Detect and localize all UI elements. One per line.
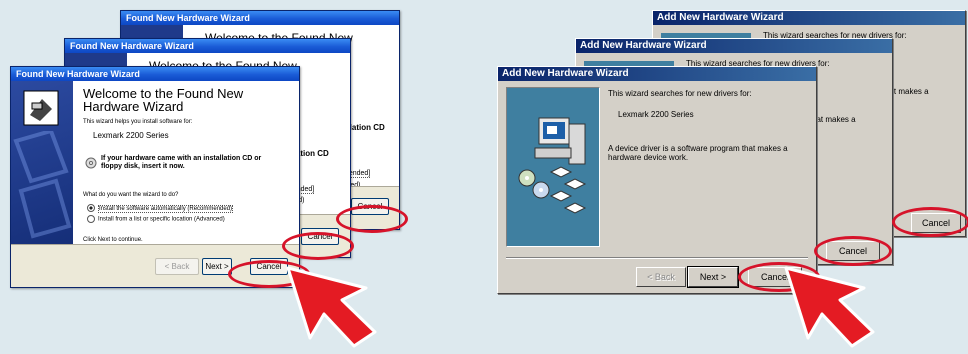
driver-description: A device driver is a software program th… bbox=[608, 144, 788, 162]
cancel-highlight-middle bbox=[282, 232, 354, 260]
wizard-sidebar bbox=[11, 81, 73, 245]
title-bar: Add New Hardware Wizard bbox=[653, 11, 965, 25]
title-bar: Found New Hardware Wizard bbox=[65, 39, 350, 53]
cancel-highlight-back bbox=[336, 205, 408, 233]
radio-empty-icon[interactable] bbox=[87, 215, 95, 223]
welcome-heading: Welcome to the Found New Hardware Wizard bbox=[83, 86, 244, 114]
title-bar: Add New Hardware Wizard bbox=[498, 67, 816, 81]
makes-a-fragment: hat makes a bbox=[812, 115, 856, 124]
intro-text: This wizard helps you install software f… bbox=[83, 119, 193, 125]
search-text: This wizard searches for new drivers for… bbox=[608, 89, 752, 98]
footer-divider bbox=[506, 257, 808, 259]
option-list[interactable]: Install from a list or specific location… bbox=[87, 215, 225, 223]
wizard-content: Welcome to the Found New Hardware Wizard… bbox=[73, 81, 299, 245]
next-button[interactable]: Next > bbox=[687, 266, 739, 288]
continue-text: Click Next to continue. bbox=[83, 237, 143, 243]
question-text: What do you want the wizard to do? bbox=[83, 192, 179, 198]
title-bar: Add New Hardware Wizard bbox=[576, 39, 892, 53]
cd-hint: If your hardware came with an installati… bbox=[101, 155, 262, 170]
arrow-pointer-icon bbox=[784, 266, 875, 348]
hardware-wizard-icon bbox=[23, 90, 59, 126]
device-name: Lexmark 2200 Series bbox=[618, 110, 694, 119]
title-bar: Found New Hardware Wizard bbox=[11, 67, 299, 81]
title-bar: Found New Hardware Wizard bbox=[121, 11, 399, 25]
cancel-highlight-back bbox=[892, 207, 968, 237]
arrow-pointer-icon bbox=[286, 266, 377, 348]
computer-cd-icon bbox=[518, 117, 587, 214]
device-name: Lexmark 2200 Series bbox=[93, 131, 169, 140]
wizard-image-panel bbox=[506, 87, 600, 247]
back-button[interactable]: < Back bbox=[636, 267, 686, 287]
sidebar-decoration-icon bbox=[13, 131, 72, 239]
option-auto[interactable]: Install the software automatically (Reco… bbox=[87, 204, 234, 213]
back-button[interactable]: < Back bbox=[155, 258, 199, 275]
xp-dialog-front: Found New Hardware Wizard Welcome to the… bbox=[10, 66, 300, 288]
radio-selected-icon[interactable] bbox=[87, 204, 95, 212]
cd-icon bbox=[85, 157, 97, 169]
